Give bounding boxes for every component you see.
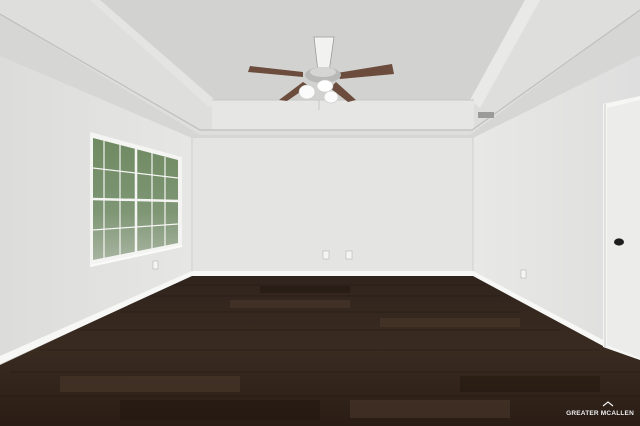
back-wall bbox=[192, 138, 473, 275]
wall-outlet bbox=[152, 260, 159, 270]
door-knob-icon[interactable] bbox=[614, 238, 624, 246]
wall-outlet bbox=[322, 250, 330, 260]
door[interactable] bbox=[603, 96, 640, 360]
room-photo: GREATER MCALLEN bbox=[0, 0, 640, 426]
wall-outlet bbox=[520, 269, 527, 279]
wall-outlet bbox=[345, 250, 353, 260]
air-vent bbox=[478, 112, 494, 118]
watermark: GREATER MCALLEN bbox=[566, 410, 634, 417]
watermark-text: GREATER MCALLEN bbox=[566, 410, 634, 417]
